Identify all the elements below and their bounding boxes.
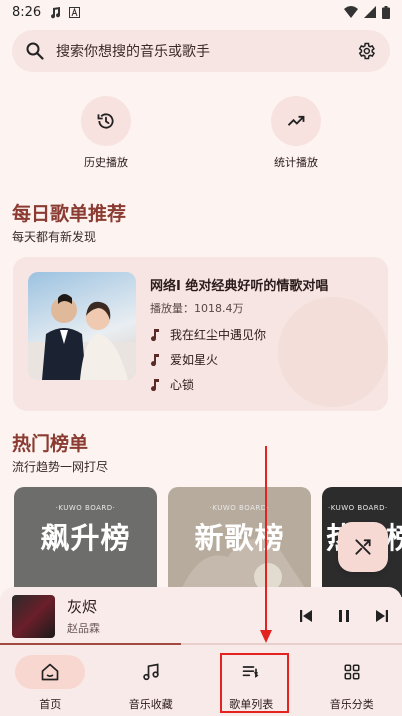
shuffle-play-button[interactable] bbox=[338, 522, 388, 572]
signal-icon bbox=[364, 6, 376, 18]
music-note-icon bbox=[49, 6, 61, 19]
chart-card-new-songs[interactable]: ·KUWO BOARD· 新歌榜 bbox=[168, 487, 311, 597]
search-placeholder[interactable]: 搜索你想搜的音乐或歌手 bbox=[56, 41, 210, 61]
now-playing-artist: 赵品霖 bbox=[67, 622, 100, 635]
nav-item-playlist-list[interactable]: 歌单列表 bbox=[201, 645, 302, 716]
next-track-icon[interactable] bbox=[374, 608, 390, 624]
now-playing-title: 灰烬 bbox=[67, 598, 98, 616]
stats-play-label: 统计播放 bbox=[274, 156, 318, 169]
search-bar[interactable]: 搜索你想搜的音乐或歌手 bbox=[12, 30, 390, 72]
decorative-circle bbox=[278, 297, 388, 407]
nav-label: 歌单列表 bbox=[229, 698, 274, 711]
chart-card-brand: ·KUWO BOARD· bbox=[209, 504, 270, 512]
song-title: 心锁 bbox=[170, 378, 195, 392]
nav-label: 音乐分类 bbox=[329, 698, 374, 711]
playlist-icon bbox=[241, 662, 261, 682]
status-bar: 8:26 bbox=[0, 0, 402, 24]
music-collection-icon bbox=[141, 662, 161, 682]
notification-a-icon bbox=[69, 6, 81, 18]
chart-card-name: 飙升榜 bbox=[40, 521, 131, 555]
shuffle-icon bbox=[353, 537, 373, 557]
playlist-song-item[interactable]: 心锁 bbox=[150, 376, 194, 393]
playlist-play-count: 播放量：1018.4万 bbox=[150, 302, 244, 315]
now-playing-bar[interactable]: 灰烬 赵品霖 bbox=[0, 587, 402, 645]
nav-label: 音乐收藏 bbox=[128, 698, 173, 711]
battery-icon bbox=[382, 5, 390, 19]
search-icon bbox=[26, 42, 44, 60]
chart-card-brand: ·KUWO BOARD· bbox=[328, 504, 388, 512]
song-title: 我在红尘中遇见你 bbox=[170, 328, 267, 342]
daily-playlist-card[interactable]: 网络I 绝对经典好听的情歌对唱 播放量：1018.4万 我在红尘中遇见你 爱如星… bbox=[13, 257, 388, 411]
chart-card-brand: ·KUWO BOARD· bbox=[55, 504, 116, 512]
home-icon bbox=[40, 662, 60, 682]
song-title: 爱如星火 bbox=[170, 353, 219, 367]
trending-icon bbox=[286, 111, 306, 131]
playlist-song-item[interactable]: 爱如星火 bbox=[150, 351, 218, 368]
status-time: 8:26 bbox=[12, 4, 42, 20]
music-note-icon bbox=[150, 353, 160, 366]
bottom-navigation: 首页 音乐收藏 歌单列表 音乐分类 bbox=[0, 645, 402, 716]
music-note-icon bbox=[150, 328, 160, 341]
nav-item-music-collection[interactable]: 音乐收藏 bbox=[101, 645, 202, 716]
charts-section-subtitle: 流行趋势一网打尽 bbox=[12, 460, 109, 474]
playlist-song-item[interactable]: 我在红尘中遇见你 bbox=[150, 326, 266, 343]
nav-item-music-category[interactable]: 音乐分类 bbox=[302, 645, 402, 716]
charts-section-title: 热门榜单 bbox=[12, 433, 89, 455]
pause-icon[interactable] bbox=[336, 608, 352, 624]
settings-gear-icon[interactable] bbox=[356, 41, 376, 61]
daily-section-subtitle: 每天都有新发现 bbox=[12, 230, 97, 244]
history-play-button[interactable]: 历史播放 bbox=[56, 96, 156, 170]
chart-card-soaring[interactable]: ·KUWO BOARD· 飙升榜 bbox=[14, 487, 157, 597]
now-playing-cover[interactable] bbox=[12, 594, 55, 638]
daily-section-title: 每日歌单推荐 bbox=[12, 203, 127, 225]
history-icon bbox=[96, 111, 116, 131]
chart-card-name: 新歌榜 bbox=[194, 521, 285, 555]
nav-item-home[interactable]: 首页 bbox=[0, 645, 101, 716]
wifi-icon bbox=[344, 6, 358, 18]
nav-label: 首页 bbox=[39, 698, 62, 711]
history-play-label: 历史播放 bbox=[84, 156, 128, 169]
stats-play-button[interactable]: 统计播放 bbox=[246, 96, 346, 170]
previous-track-icon[interactable] bbox=[298, 608, 314, 624]
category-grid-icon bbox=[343, 663, 361, 681]
music-note-icon bbox=[150, 378, 160, 391]
playlist-cover-image bbox=[28, 272, 136, 380]
playlist-title: 网络I 绝对经典好听的情歌对唱 bbox=[150, 279, 329, 294]
